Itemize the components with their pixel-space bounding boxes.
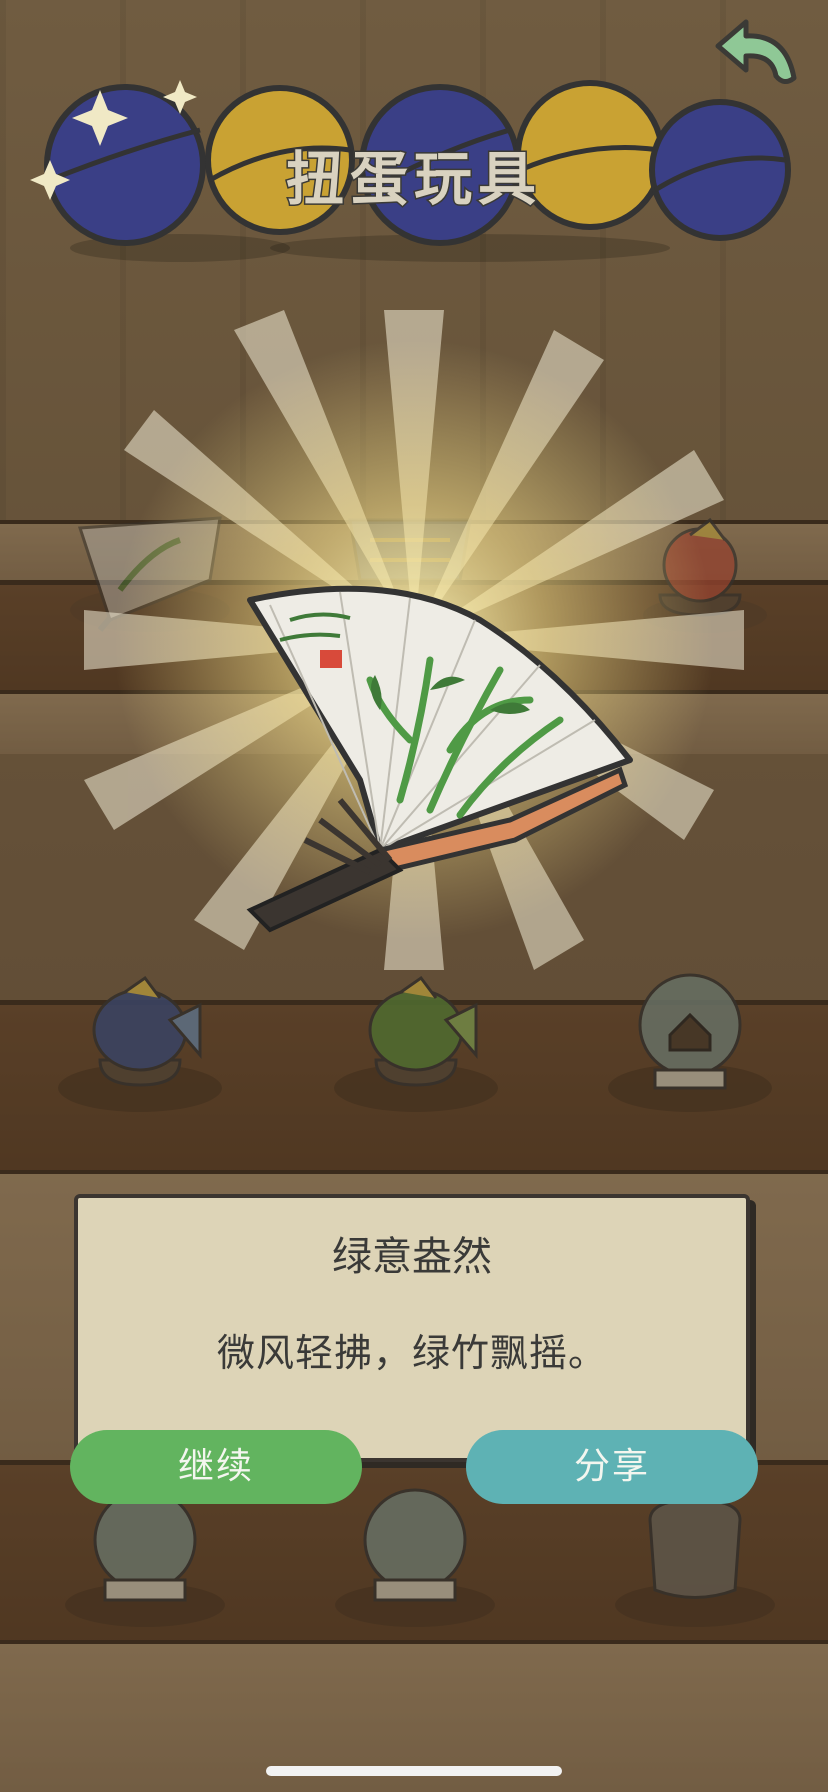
green-fish-bowl-icon[interactable]: [326, 960, 506, 1120]
home-indicator[interactable]: [266, 1766, 562, 1776]
boat-snow-globe-icon[interactable]: [330, 1480, 500, 1630]
continue-button[interactable]: 继续: [70, 1430, 362, 1504]
item-dialog: 绿意盎然 微风轻拂，绿竹飘摇。: [74, 1194, 750, 1462]
item-description: 微风轻拂，绿竹飘摇。: [216, 1331, 607, 1375]
gacha-toy-screen: 扭蛋玩具 绿意盎然 微风轻拂，绿竹飘摇。 继续 分享: [0, 0, 828, 1792]
share-button[interactable]: 分享: [466, 1430, 758, 1504]
page-title: 扭蛋玩具: [284, 144, 542, 215]
blue-fish-bowl-icon[interactable]: [50, 960, 230, 1120]
folding-fan-bamboo-icon: [246, 585, 633, 933]
house-snow-globe-icon[interactable]: [600, 960, 780, 1120]
item-name: 绿意盎然: [332, 1234, 492, 1280]
